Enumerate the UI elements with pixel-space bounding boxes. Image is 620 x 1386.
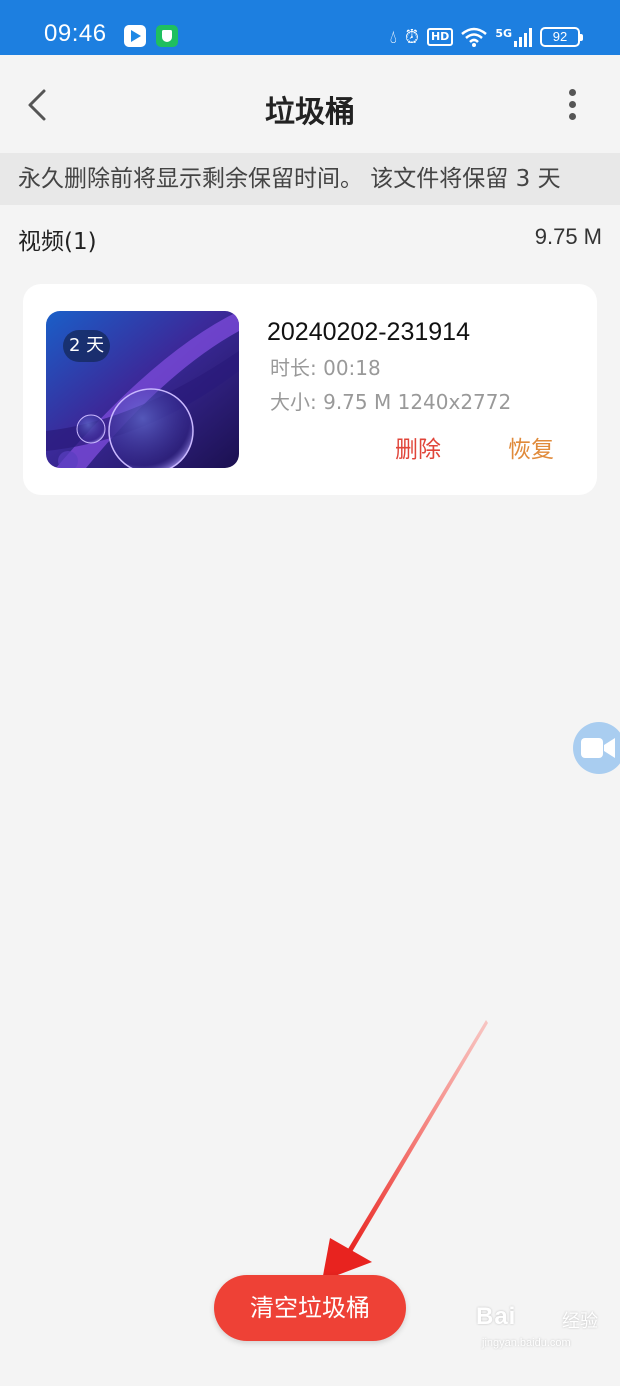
network-type-label: 5G [495, 26, 512, 40]
delete-button[interactable]: 删除 [395, 430, 441, 464]
wifi-icon [461, 27, 488, 47]
restore-button[interactable]: 恢复 [508, 430, 554, 464]
section-title: 视频(1) [18, 229, 97, 255]
file-duration: 时长: 00:18 [270, 356, 381, 380]
list-item[interactable]: 2 天 20240202-231914 时长: 00:18 大小: 9.75 M… [23, 284, 597, 495]
status-indicators: 💧︎ ⏰︎ HD 5G 92 [389, 24, 583, 50]
video-camera-icon [581, 738, 615, 758]
retention-notice: 永久删除前将显示剩余保留时间。 该文件将保留 3 天 [0, 153, 620, 205]
more-vertical-icon [569, 89, 576, 96]
battery-indicator: 92 [540, 27, 583, 47]
hd-icon: HD [426, 28, 454, 46]
page-title: 垃圾桶 [265, 95, 355, 130]
more-options-button[interactable] [556, 85, 590, 125]
section-size: 9.75 M [534, 224, 602, 249]
section-header: 视频(1) 9.75 M [0, 222, 620, 258]
floating-record-button[interactable] [573, 722, 620, 774]
play-store-icon [124, 25, 146, 47]
security-shield-icon [156, 25, 178, 47]
watermark-url: jingyan.baidu.com [482, 1337, 571, 1349]
watermark-brand-cn: 经验 [562, 1311, 598, 1332]
file-name: 20240202-231914 [267, 318, 470, 346]
video-thumbnail[interactable]: 2 天 [46, 311, 239, 468]
watermark-brand: Bai [476, 1303, 517, 1330]
alarm-icon: ⏰︎ [404, 26, 419, 48]
file-size-info: 大小: 9.75 M 1240x2772 [270, 390, 512, 414]
annotation-arrow [322, 1020, 488, 1281]
signal-icon [514, 27, 532, 47]
status-time: 09:46 [44, 20, 107, 47]
water-drop-icon: 💧︎ [389, 26, 397, 48]
empty-trash-button[interactable]: 清空垃圾桶 [214, 1275, 406, 1341]
watermark: Bai 经验 jingyan.baidu.com [476, 1303, 606, 1373]
days-remaining-badge: 2 天 [63, 330, 111, 362]
app-bar: 垃圾桶 [0, 55, 620, 153]
status-bar: 09:46 💧︎ ⏰︎ HD 5G 92 [0, 0, 620, 55]
